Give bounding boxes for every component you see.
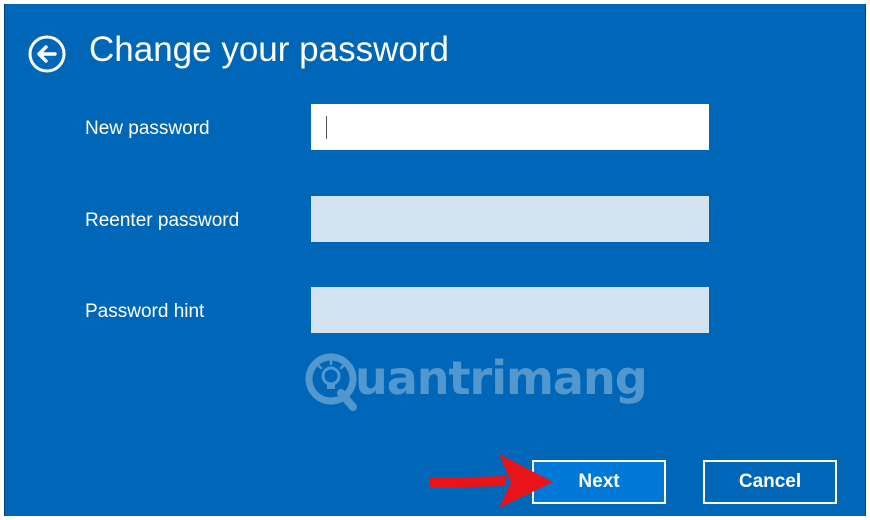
watermark: uantrimang xyxy=(305,349,665,419)
password-hint-field[interactable] xyxy=(311,287,709,333)
new-password-label: New password xyxy=(85,118,210,139)
back-arrow-circle-icon xyxy=(28,35,66,73)
reenter-password-field[interactable] xyxy=(311,196,709,242)
back-button[interactable] xyxy=(27,34,67,74)
lightbulb-logo-icon xyxy=(305,353,357,411)
reenter-password-label: Reenter password xyxy=(85,210,240,231)
page-title: Change your password xyxy=(89,30,449,69)
change-password-dialog: Change your password New password Reente… xyxy=(4,4,866,516)
watermark-text: uantrimang xyxy=(355,351,648,405)
next-button-label: Next xyxy=(578,471,620,492)
new-password-field[interactable] xyxy=(311,104,709,150)
cancel-button-label: Cancel xyxy=(738,471,802,492)
text-caret xyxy=(326,116,327,139)
cancel-button[interactable]: Cancel xyxy=(703,460,837,504)
next-button[interactable]: Next xyxy=(532,460,666,504)
password-hint-label: Password hint xyxy=(85,301,205,322)
